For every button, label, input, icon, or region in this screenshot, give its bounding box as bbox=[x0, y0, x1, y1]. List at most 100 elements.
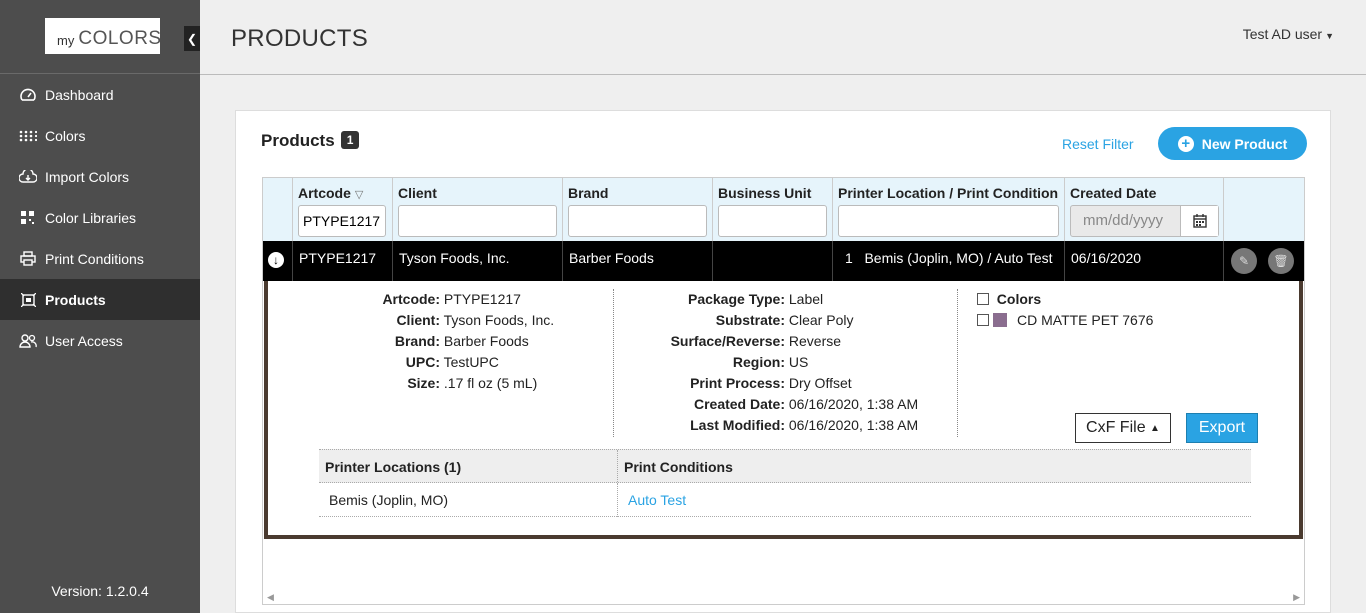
detail-substrate: Substrate: Clear Poly bbox=[715, 312, 854, 328]
cloud-upload-icon bbox=[19, 169, 37, 185]
sidebar-item-colors[interactable]: Colors bbox=[0, 115, 200, 156]
divider bbox=[613, 289, 614, 437]
header-label[interactable]: Printer Location / Print Condition bbox=[838, 185, 1058, 201]
sub-table-header: Printer Locations (1) Print Conditions bbox=[319, 449, 1251, 484]
sidebar-item-import-colors[interactable]: Import Colors bbox=[0, 156, 200, 197]
header-actions bbox=[1224, 178, 1304, 241]
color-checkbox[interactable] bbox=[977, 314, 989, 326]
select-all-checkbox[interactable] bbox=[977, 293, 989, 305]
filter-icon[interactable]: ▽ bbox=[355, 189, 363, 201]
header-print-conditions: Print Conditions bbox=[617, 450, 1251, 484]
detail-artcode: Artcode: PTYPE1217 bbox=[382, 291, 521, 307]
sidebar-item-dashboard[interactable]: Dashboard bbox=[0, 74, 200, 115]
detail-last-modified: Last Modified: 06/16/2020, 1:38 AM bbox=[690, 417, 919, 433]
new-product-button[interactable]: + New Product bbox=[1158, 127, 1307, 160]
cell-printer-location: 1 Bemis (Joplin, MO) / Auto Test bbox=[833, 241, 1065, 281]
cell-location: Bemis (Joplin, MO) bbox=[329, 492, 449, 508]
collapse-row-icon[interactable]: ↓ bbox=[268, 252, 284, 268]
location-count: 1 bbox=[845, 250, 853, 266]
detail-region: Region: US bbox=[732, 354, 809, 370]
colors-header: Colors bbox=[977, 291, 1041, 307]
dashboard-icon bbox=[19, 87, 37, 103]
artcode-filter-input[interactable] bbox=[298, 205, 386, 237]
expand-cell: ↓ bbox=[263, 241, 293, 281]
sidebar-item-label: Color Libraries bbox=[45, 209, 137, 226]
user-name: Test AD user bbox=[1242, 26, 1323, 42]
divider bbox=[957, 289, 958, 437]
reset-filter-link[interactable]: Reset Filter bbox=[1062, 136, 1134, 152]
location-text: Bemis (Joplin, MO) / Auto Test bbox=[864, 250, 1053, 266]
products-card: Products 1 Reset Filter + New Product Art… bbox=[235, 110, 1331, 613]
page-title: PRODUCTS bbox=[231, 25, 369, 52]
sidebar-item-products[interactable]: Products bbox=[0, 279, 200, 320]
version-label: Version: 1.2.0.4 bbox=[51, 583, 149, 599]
header-label[interactable]: Brand bbox=[568, 185, 608, 201]
calendar-icon[interactable] bbox=[1180, 206, 1218, 236]
app-logo[interactable]: my COLORS bbox=[45, 18, 161, 54]
header-label[interactable]: Created Date bbox=[1070, 185, 1156, 201]
detail-upc: UPC: TestUPC bbox=[405, 354, 499, 370]
detail-surface-reverse: Surface/Reverse: Reverse bbox=[670, 333, 842, 349]
logo-area: my COLORS ❮ bbox=[0, 0, 200, 74]
cell-brand: Barber Foods bbox=[563, 241, 713, 281]
printer-location-filter-input[interactable] bbox=[838, 205, 1059, 237]
cell-created-date: 06/16/2020 bbox=[1065, 241, 1224, 281]
caret-up-icon: ▲ bbox=[1150, 422, 1160, 434]
users-icon bbox=[19, 333, 37, 349]
header-label[interactable]: Business Unit bbox=[718, 185, 811, 201]
print-condition-link[interactable]: Auto Test bbox=[628, 492, 686, 508]
header-printer-locations: Printer Locations (1) bbox=[325, 459, 462, 475]
table-row: Bemis (Joplin, MO) Auto Test bbox=[319, 483, 1251, 517]
header-printer-location: Printer Location / Print Condition bbox=[833, 178, 1065, 241]
client-filter-input[interactable] bbox=[398, 205, 557, 237]
color-name: CD MATTE PET 7676 bbox=[1017, 312, 1154, 328]
sidebar-item-print-conditions[interactable]: Print Conditions bbox=[0, 238, 200, 279]
cxf-file-button[interactable]: CxF File ▲ bbox=[1075, 413, 1171, 443]
brand-filter-input[interactable] bbox=[568, 205, 707, 237]
table-row[interactable]: ↓ PTYPE1217 Tyson Foods, Inc. Barber Foo… bbox=[263, 241, 1304, 281]
edit-icon[interactable]: ✎ bbox=[1231, 248, 1257, 274]
color-list-item: CD MATTE PET 7676 bbox=[977, 312, 1153, 328]
page-header: PRODUCTS Test AD user ▼ bbox=[200, 0, 1366, 75]
horizontal-scrollbar[interactable]: ◀ ▶ bbox=[263, 590, 1304, 604]
trash-icon[interactable]: 🗑 bbox=[1268, 248, 1294, 274]
count-badge: 1 bbox=[340, 131, 360, 149]
logo-my: my bbox=[57, 33, 75, 48]
sidebar-item-label: User Access bbox=[45, 332, 123, 349]
card-title-text: Products bbox=[261, 131, 335, 150]
header-business-unit: Business Unit bbox=[713, 178, 833, 241]
detail-created-date: Created Date: 06/16/2020, 1:38 AM bbox=[693, 396, 919, 412]
library-icon bbox=[19, 210, 37, 226]
detail-client: Client: Tyson Foods, Inc. bbox=[396, 312, 555, 328]
detail-print-process: Print Process: Dry Offset bbox=[690, 375, 852, 391]
created-date-filter[interactable]: mm/dd/yyyy bbox=[1070, 205, 1219, 237]
detail-brand: Brand: Barber Foods bbox=[394, 333, 529, 349]
cell-client: Tyson Foods, Inc. bbox=[393, 241, 563, 281]
header-label[interactable]: Client bbox=[398, 185, 437, 201]
header-label[interactable]: Artcode ▽ bbox=[298, 185, 363, 201]
sidebar-item-color-libraries[interactable]: Color Libraries bbox=[0, 197, 200, 238]
sidebar-item-user-access[interactable]: User Access bbox=[0, 320, 200, 361]
cell-artcode: PTYPE1217 bbox=[293, 241, 393, 281]
cell-business-unit bbox=[713, 241, 833, 281]
sidebar-item-label: Colors bbox=[45, 127, 86, 144]
products-grid: Artcode▽ Client Brand Business Unit Prin… bbox=[262, 177, 1305, 605]
dots-grid-icon bbox=[19, 128, 37, 144]
cell-condition: Auto Test bbox=[617, 483, 1251, 517]
row-detail-panel: Artcode: PTYPE1217 Client: Tyson Foods, … bbox=[264, 281, 1303, 539]
plus-circle-icon: + bbox=[1177, 135, 1194, 152]
header-expand-col bbox=[263, 178, 293, 241]
user-menu[interactable]: Test AD user ▼ bbox=[1243, 26, 1334, 42]
scroll-right-icon[interactable]: ▶ bbox=[1293, 592, 1300, 603]
scroll-left-icon[interactable]: ◀ bbox=[267, 592, 274, 603]
sidebar-item-label: Products bbox=[45, 291, 106, 308]
sidebar-item-label: Import Colors bbox=[45, 168, 130, 185]
sidebar: my COLORS ❮ Dashboard Colors Import Colo… bbox=[0, 0, 200, 613]
header-artcode: Artcode ▽ bbox=[293, 178, 393, 241]
business-unit-filter-input[interactable] bbox=[718, 205, 827, 237]
grid-header: Artcode▽ Client Brand Business Unit Prin… bbox=[263, 178, 1304, 241]
card-title: Products 1 bbox=[261, 131, 360, 151]
export-button[interactable]: Export bbox=[1186, 413, 1258, 443]
new-product-label: New Product bbox=[1201, 135, 1288, 152]
chevron-left-icon[interactable]: ❮ bbox=[184, 26, 200, 51]
